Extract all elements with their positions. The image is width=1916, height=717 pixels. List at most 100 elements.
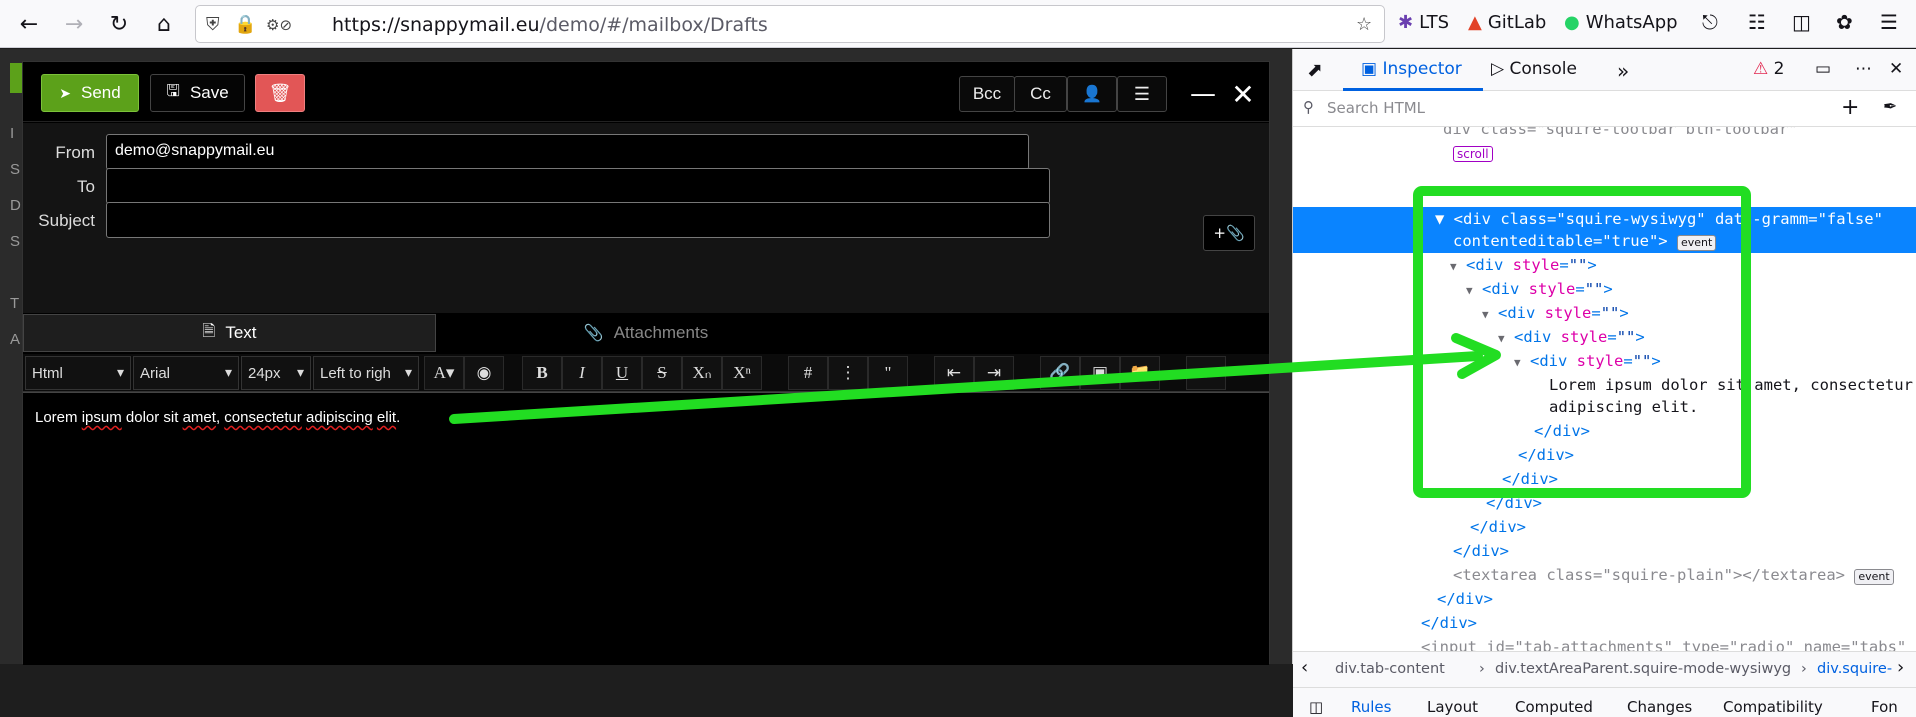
library-icon[interactable]: ☷ (1748, 10, 1766, 34)
close-button[interactable]: ✕ (1225, 76, 1261, 112)
home-icon[interactable]: ⌂ (148, 8, 180, 40)
font-size-select[interactable]: 24px (241, 356, 311, 390)
folder-icon[interactable]: 📁 (1120, 356, 1160, 390)
editor-body-text[interactable]: Lorem ipsum dolor sit amet, consectetur … (35, 409, 400, 426)
bookmark-lts[interactable]: ✱ LTS (1398, 12, 1449, 33)
font-color-icon[interactable]: A▾ (424, 356, 464, 390)
markup-line[interactable]: </div> (1502, 467, 1558, 491)
url-text[interactable]: https://snappymail.eu/demo/#/mailbox/Dra… (332, 14, 768, 36)
attach-file-button[interactable]: +📎 (1203, 215, 1255, 251)
tab-layout[interactable]: Layout (1427, 698, 1478, 716)
strikethrough-icon[interactable]: S (642, 356, 682, 390)
devtools-search-bar[interactable]: ⚲ Search HTML + ✒ (1293, 91, 1916, 127)
markup-line[interactable]: </div> (1534, 419, 1590, 443)
bold-icon[interactable]: B (522, 356, 562, 390)
sidebar-folder-fragment[interactable]: I (10, 125, 14, 142)
markup-line[interactable]: </div> (1453, 539, 1509, 563)
compose-menu-button[interactable]: ☰ (1117, 76, 1167, 112)
app-menu-icon[interactable]: ☰ (1880, 10, 1898, 34)
markup-line[interactable]: ▼ <div class="squire-wysiwyg" data-gramm… (1435, 207, 1883, 231)
outdent-icon[interactable]: ⇤ (934, 356, 974, 390)
forward-arrow-icon[interactable]: → (58, 8, 90, 40)
blockquote-icon[interactable]: " (868, 356, 908, 390)
breadcrumb-item[interactable]: div.tab-content (1335, 661, 1445, 677)
from-field[interactable]: demo@snappymail.eu (106, 134, 1029, 170)
search-input[interactable]: Search HTML (1327, 99, 1425, 117)
italic-icon[interactable]: I (562, 356, 602, 390)
sidebar-folder-fragment[interactable]: A (10, 331, 20, 348)
bookmark-whatsapp[interactable]: ● WhatsApp (1564, 12, 1678, 33)
image-icon[interactable]: ▣ (1080, 356, 1120, 390)
kebab-menu-icon[interactable]: ⋯ (1855, 59, 1872, 79)
markup-line[interactable]: ▼ <div style=""> (1498, 325, 1645, 349)
text-direction-select[interactable]: Left to righ (313, 356, 419, 390)
to-field[interactable] (106, 168, 1050, 204)
subscript-icon[interactable]: Xₙ (682, 356, 722, 390)
bookmark-gitlab[interactable]: ▲ GitLab (1468, 12, 1546, 33)
message-editor[interactable]: Lorem ipsum dolor sit amet, consectetur … (23, 392, 1269, 665)
sidebar-icon[interactable]: ◫ (1792, 10, 1811, 34)
close-devtools-icon[interactable]: ✕ (1889, 59, 1903, 79)
tab-compatibility[interactable]: Compatibility (1723, 698, 1823, 716)
save-button[interactable]: 🖫 Save (150, 74, 245, 112)
more-options-icon[interactable]: ▾ (1186, 356, 1226, 390)
markup-line[interactable]: </div> (1470, 515, 1526, 539)
bullet-list-icon[interactable]: ⋮ (828, 356, 868, 390)
bookmark-star-icon[interactable]: ☆ (1356, 14, 1372, 35)
contacts-button[interactable]: 👤 (1067, 76, 1117, 112)
breadcrumb-item-selected[interactable]: div.squire- (1817, 661, 1892, 677)
url-bar[interactable]: ⛨ 🔒 ⚙⊘ https://snappymail.eu/demo/#/mail… (195, 5, 1385, 43)
markup-line[interactable]: contenteditable="true"> event (1453, 229, 1717, 253)
send-button[interactable]: ➤ Send (41, 74, 139, 112)
tab-inspector[interactable]: ▣ Inspector (1361, 59, 1462, 79)
minimize-button[interactable]: — (1185, 76, 1221, 112)
eyedropper-icon[interactable]: ✒ (1883, 97, 1897, 117)
markup-line[interactable]: scroll (1453, 141, 1493, 165)
markup-line[interactable]: </div> (1518, 443, 1574, 467)
markup-line[interactable]: <textarea class="squire-plain"></textare… (1453, 563, 1894, 587)
tab-attachments[interactable]: 📎 Attachments (436, 314, 856, 352)
selected-node-row[interactable]: ▼ <div class="squire-wysiwyg" data-gramm… (1293, 207, 1916, 253)
subject-field[interactable] (106, 202, 1050, 238)
cc-button[interactable]: Cc (1014, 76, 1067, 112)
format-mode-select[interactable]: Html (25, 356, 131, 390)
markup-line[interactable]: </div> (1421, 611, 1477, 635)
scroll-badge[interactable]: scroll (1453, 146, 1493, 162)
superscript-icon[interactable]: Xⁿ (722, 356, 762, 390)
reload-icon[interactable]: ↻ (103, 8, 135, 40)
markup-line[interactable]: <input id="tab-attachments" type="radio"… (1421, 635, 1906, 651)
pocket-icon[interactable]: ⎋ (1702, 10, 1718, 34)
add-node-icon[interactable]: + (1841, 95, 1859, 120)
tab-text[interactable]: 🗎 Text (23, 314, 436, 352)
indent-icon[interactable]: ⇥ (974, 356, 1014, 390)
sidebar-folder-fragment[interactable]: S (10, 161, 20, 178)
link-icon[interactable]: 🔗 (1040, 356, 1080, 390)
markup-line[interactable]: div class="squire-toolbar btn-toolbar" (1443, 127, 1798, 141)
underline-icon[interactable]: U (602, 356, 642, 390)
bcc-button[interactable]: Bcc (959, 76, 1015, 112)
back-arrow-icon[interactable]: ← (13, 8, 45, 40)
event-badge[interactable]: event (1676, 235, 1717, 251)
extensions-icon[interactable]: ✿ (1836, 10, 1853, 34)
chevron-left-icon[interactable]: ‹ (1301, 657, 1308, 678)
tab-changes[interactable]: Changes (1627, 698, 1692, 716)
breadcrumb-item[interactable]: div.textAreaParent.squire-mode-wysiwyg (1495, 661, 1791, 677)
markup-line[interactable]: ▼ <div style=""> (1450, 253, 1597, 277)
markup-line[interactable]: </div> (1486, 491, 1542, 515)
tab-computed[interactable]: Computed (1515, 698, 1593, 716)
error-badge[interactable]: ⚠ 2 (1753, 59, 1784, 79)
chevron-right-icon[interactable]: › (1897, 657, 1904, 678)
tab-rules[interactable]: Rules (1351, 698, 1391, 716)
responsive-design-icon[interactable]: ▭ (1815, 59, 1831, 79)
palette-icon[interactable]: ◉ (464, 356, 504, 390)
sidebar-folder-fragment[interactable]: D (10, 197, 21, 214)
markup-text-node[interactable]: adipiscing elit. (1549, 395, 1698, 419)
sidebar-folder-fragment[interactable]: S (10, 233, 20, 250)
markup-line[interactable]: ▼ <div style=""> (1482, 301, 1629, 325)
layout-toggle-icon[interactable]: ◫ (1309, 698, 1323, 716)
font-family-select[interactable]: Arial (133, 356, 239, 390)
markup-text-node[interactable]: Lorem ipsum dolor sit amet, consectetur (1549, 373, 1913, 397)
numbered-list-icon[interactable]: # (788, 356, 828, 390)
lock-icon[interactable]: 🔒 (234, 14, 256, 35)
markup-line[interactable]: ▼ <div style=""> (1514, 349, 1661, 373)
